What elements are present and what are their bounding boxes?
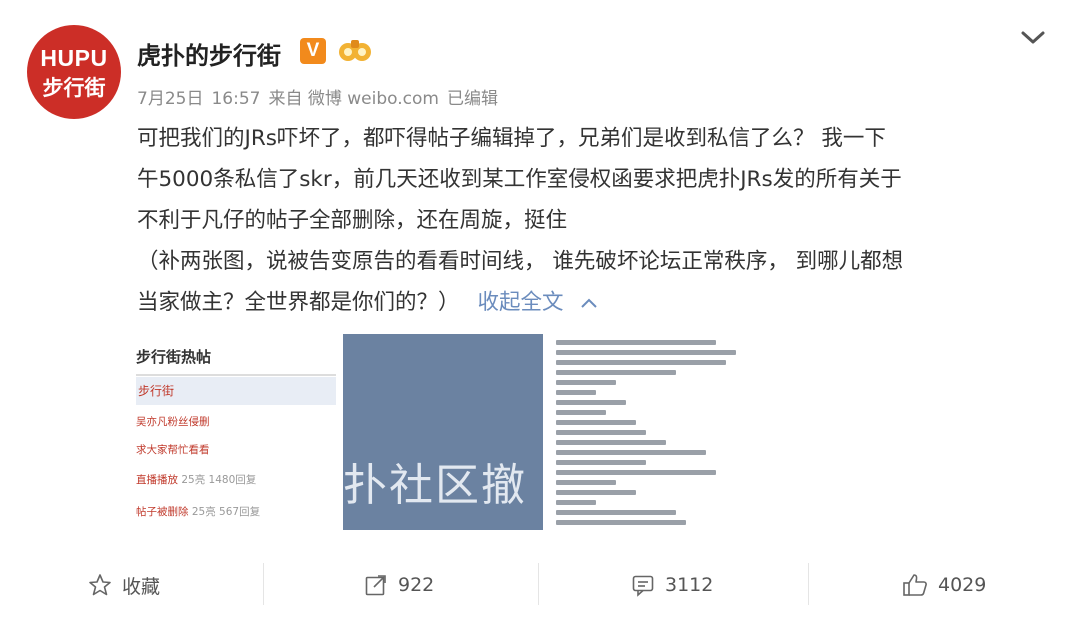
text-line: [556, 370, 676, 375]
text-line: [556, 500, 596, 505]
text-line: [556, 520, 686, 525]
text-line: [556, 510, 676, 515]
repost-button[interactable]: 922: [364, 572, 434, 598]
post-line-last: 当家做主？全世界都是你们的？） 收起全文: [137, 282, 1047, 323]
divider: [136, 374, 336, 376]
avatar-logo-subtext: 步行街: [42, 76, 106, 100]
banner-image[interactable]: 扑社区撤: [343, 334, 543, 530]
post-meta: 7月25日 16:57 来自 微博 weibo.com 已编辑: [137, 84, 506, 109]
verified-badge: V: [300, 38, 326, 64]
post-source: 来自 微博 weibo.com: [268, 89, 439, 109]
hot-post-title: 直播播放: [136, 474, 178, 486]
hot-posts-section: 步行街: [136, 377, 336, 405]
hot-post-title: 求大家帮忙看看: [136, 444, 210, 456]
text-line: [556, 480, 616, 485]
text-line: [556, 380, 616, 385]
post-line: 可把我们的JRs吓坏了，都吓得帖子编辑掉了，兄弟们是收到私信了么？ 我一下: [137, 126, 886, 151]
edited-label[interactable]: 已编辑: [447, 89, 498, 109]
hot-post-row: 求大家帮忙看看: [136, 442, 210, 457]
text-line: [556, 420, 636, 425]
text-line: [556, 470, 716, 475]
collapse-label: 收起全文: [477, 290, 564, 315]
comment-icon: [632, 575, 654, 597]
hot-posts-image[interactable]: 步行街热帖 步行街 吴亦凡粉丝侵删 求大家帮忙看看 直播播放 25亮 1480回…: [136, 334, 336, 530]
post-line: （补两张图，说被告变原告的看看时间线， 谁先破坏论坛正常秩序， 到哪儿都想: [137, 249, 904, 274]
hot-posts-section-label: 步行街: [138, 384, 175, 398]
text-line: [556, 440, 666, 445]
text-line: [556, 410, 606, 415]
repost-icon: [365, 575, 386, 596]
account-name[interactable]: 虎扑的步行街: [137, 36, 281, 71]
post-time[interactable]: 16:57: [211, 89, 260, 109]
chat-log-image[interactable]: [550, 334, 750, 530]
text-line: [556, 490, 636, 495]
medal-icon: [339, 40, 371, 61]
avatar-logo-text: HUPU: [40, 45, 108, 71]
hot-post-meta: 25亮 567回复: [191, 506, 261, 518]
text-line: [556, 360, 726, 365]
hot-post-row: 吴亦凡粉丝侵删: [136, 414, 210, 429]
text-line: [556, 340, 716, 345]
like-button[interactable]: 4029: [902, 572, 986, 598]
hot-post-title: 吴亦凡粉丝侵删: [136, 416, 210, 428]
hot-post-row: 帖子被删除 25亮 567回复: [136, 504, 260, 519]
collapse-link[interactable]: 收起全文: [478, 290, 598, 315]
thumbs-up-icon: [903, 574, 927, 596]
chevron-up-icon: [580, 298, 597, 308]
hot-post-row: 直播播放 25亮 1480回复: [136, 472, 256, 487]
text-line: [556, 390, 596, 395]
post-body: 可把我们的JRs吓坏了，都吓得帖子编辑掉了，兄弟们是收到私信了么？ 我一下 午5…: [137, 118, 1047, 323]
avatar[interactable]: HUPU 步行街: [27, 25, 121, 119]
like-count: 4029: [938, 574, 987, 596]
favorite-label: 收藏: [122, 575, 161, 598]
text-line: [556, 350, 736, 355]
star-icon: [89, 574, 111, 596]
text-line: [556, 460, 646, 465]
divider: [808, 563, 809, 605]
post-line: 午5000条私信了skr，前几天还收到某工作室侵权函要求把虎扑JRs发的所有关于: [137, 167, 902, 192]
post-date[interactable]: 7月25日: [137, 89, 203, 109]
text-line: [556, 450, 706, 455]
divider: [538, 563, 539, 605]
banner-text: 扑社区撤: [343, 460, 527, 511]
comment-count: 3112: [665, 574, 714, 596]
text-line: [556, 430, 646, 435]
chevron-down-icon[interactable]: [1018, 28, 1048, 48]
text-line: [556, 400, 626, 405]
comment-button[interactable]: 3112: [631, 572, 713, 598]
post-line: 当家做主？全世界都是你们的？）: [137, 290, 460, 315]
hot-posts-title: 步行街热帖: [136, 348, 212, 366]
post-line: 不利于凡仔的帖子全部删除，还在周旋，挺住: [137, 208, 568, 233]
divider: [263, 563, 264, 605]
repost-count: 922: [398, 574, 435, 596]
hot-post-meta: 25亮 1480回复: [181, 474, 257, 486]
hot-post-title: 帖子被删除: [136, 506, 189, 518]
favorite-button[interactable]: 收藏: [88, 572, 160, 598]
